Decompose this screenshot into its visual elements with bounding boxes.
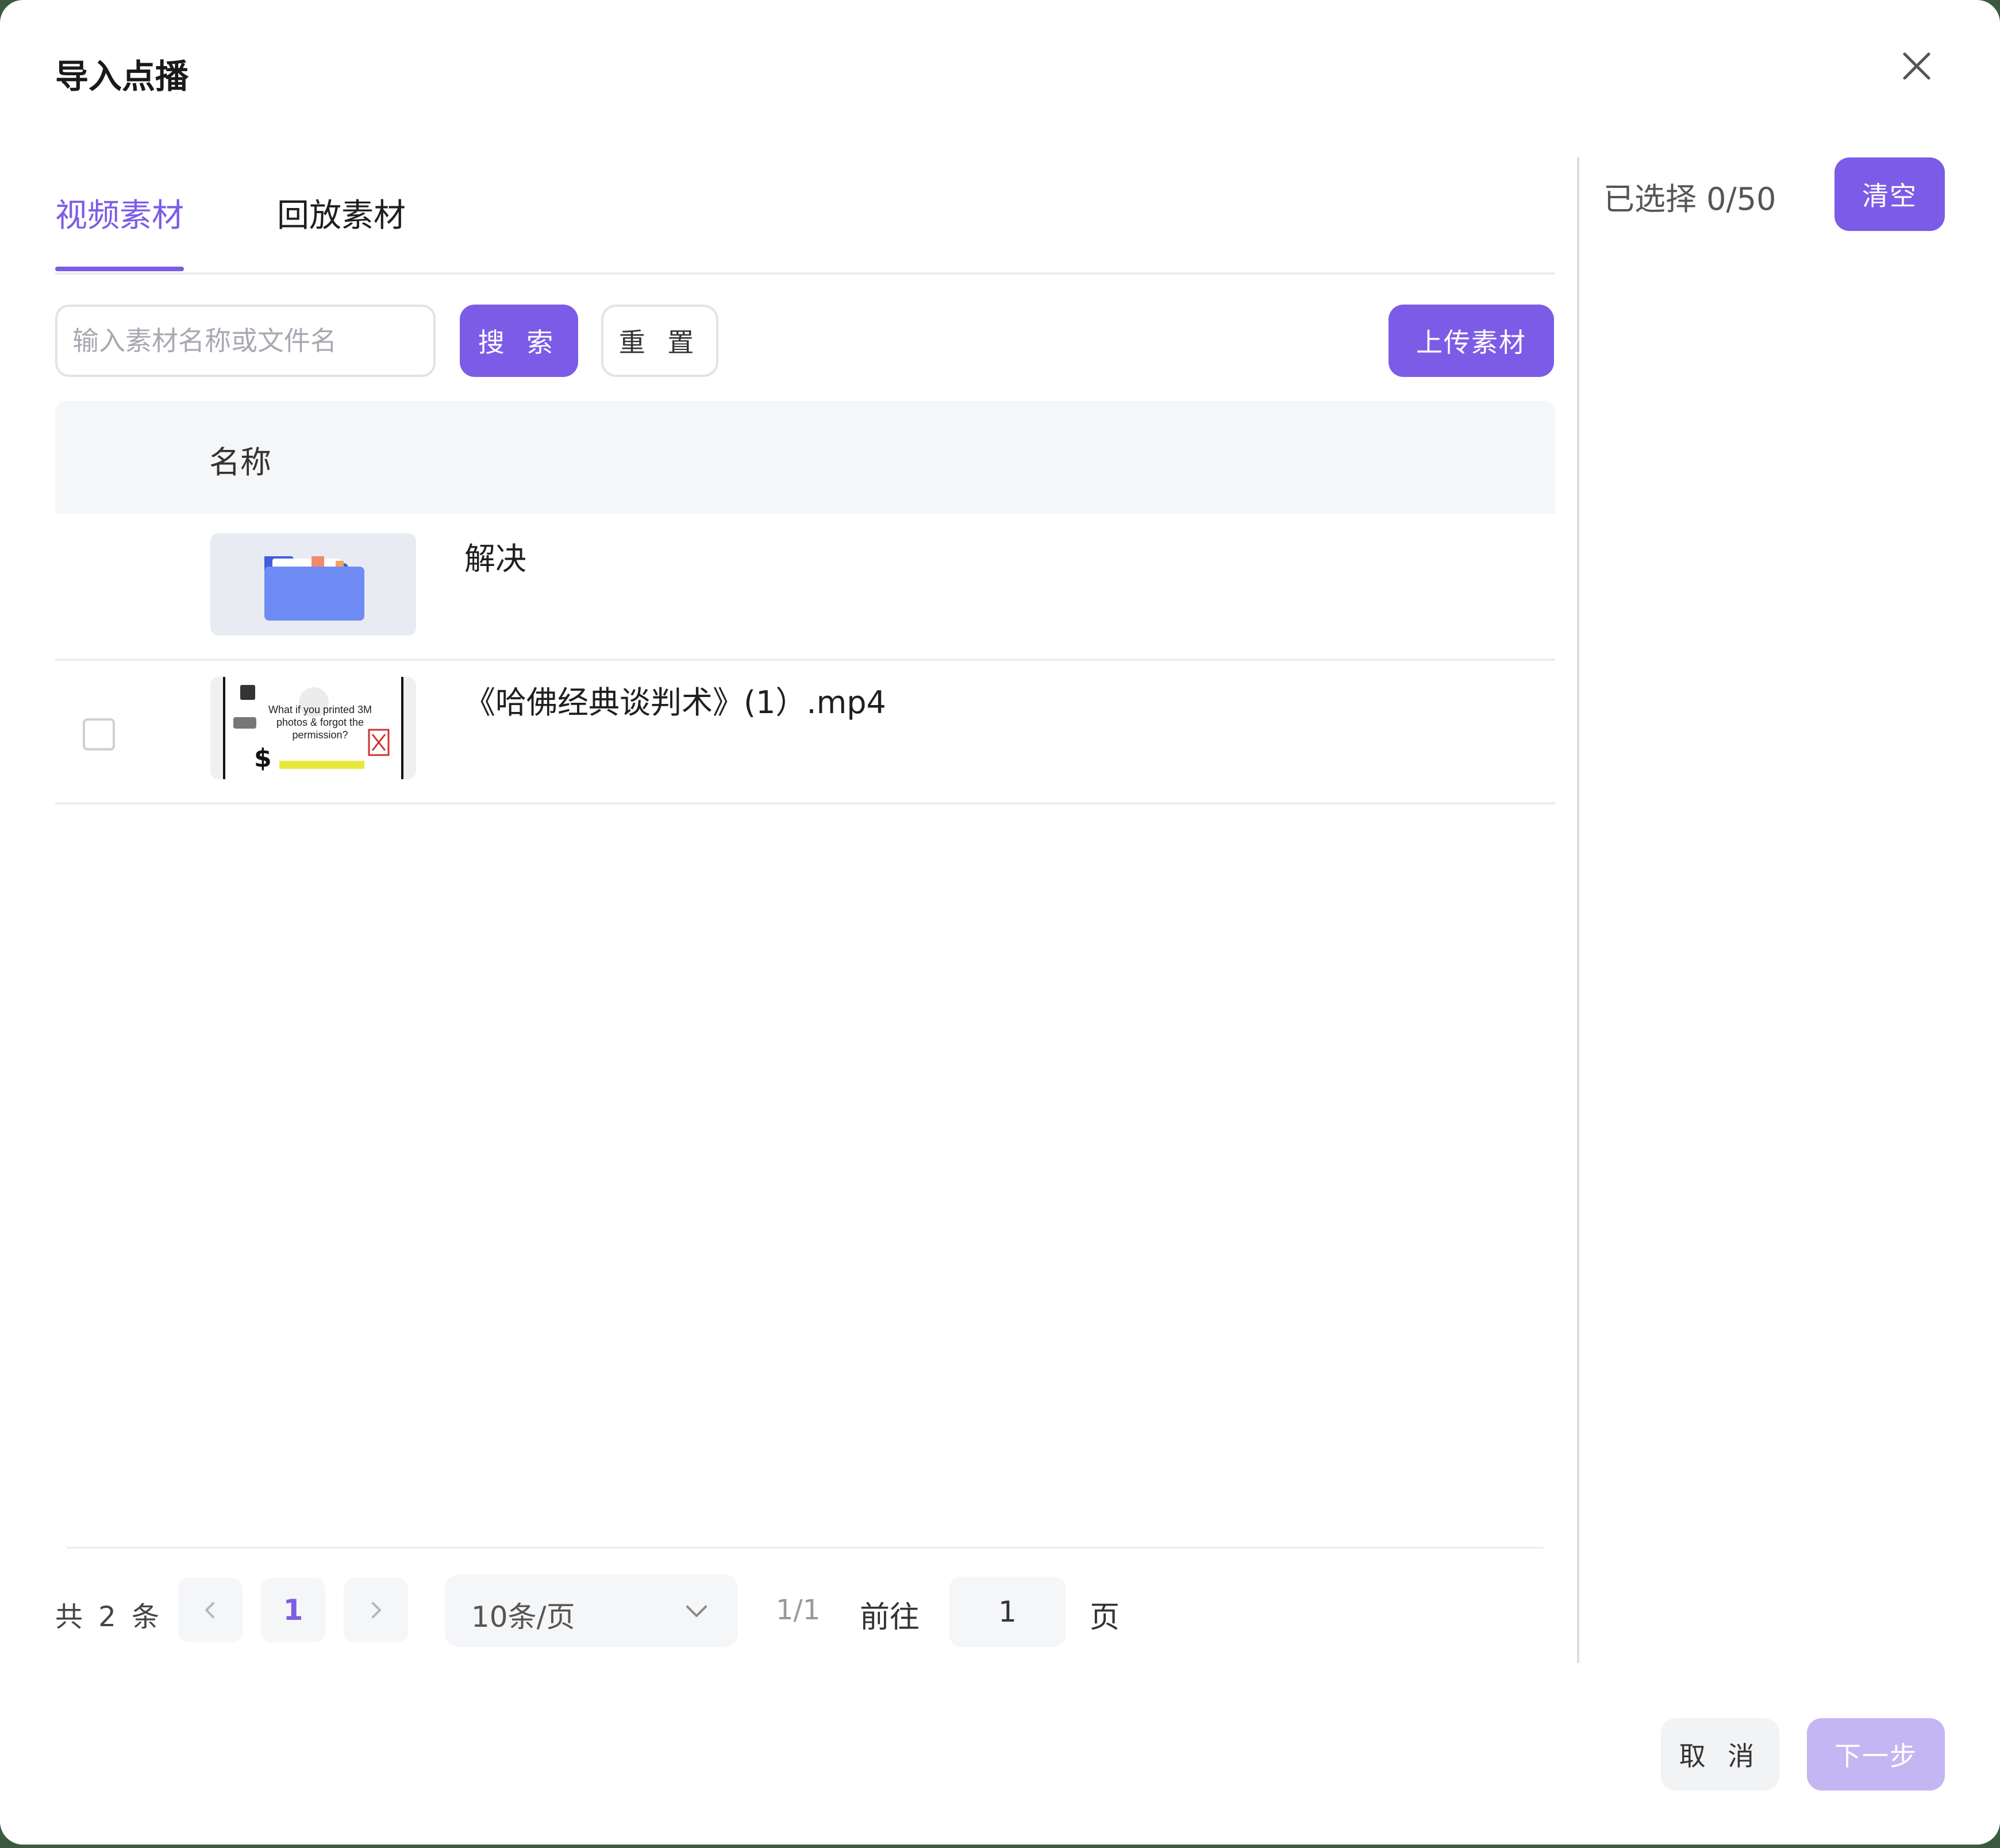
page-size-value: 10条/页 [471, 1600, 575, 1634]
table-row[interactable]: $ What if you printed 3M photos & forgot… [55, 660, 1555, 804]
video-thumbnail: $ What if you printed 3M photos & forgot… [210, 677, 416, 779]
next-page-button[interactable] [344, 1578, 408, 1642]
video-thumb-text: What if you printed 3M photos & forgot t… [268, 704, 372, 741]
svg-text:$: $ [254, 744, 272, 773]
total-count: 共 2 条 [55, 1601, 163, 1633]
panel-divider [1577, 157, 1579, 1663]
prev-page-button[interactable] [178, 1578, 243, 1642]
import-vod-dialog: 导入点播 视频素材 回放素材 搜 索 重 置 上传素材 名称 解决 [0, 0, 2000, 1845]
current-page-number: 1 [283, 1593, 303, 1627]
folder-icon [264, 556, 364, 621]
chevron-right-icon [372, 1602, 381, 1618]
pager-divider [67, 1547, 1544, 1549]
search-button[interactable]: 搜 索 [460, 305, 578, 377]
page-number-button[interactable]: 1 [261, 1578, 325, 1642]
folder-thumbnail [210, 533, 416, 636]
chevron-left-icon [205, 1602, 214, 1618]
close-icon[interactable] [1897, 46, 1937, 86]
next-step-button[interactable]: 下一步 [1807, 1718, 1945, 1791]
row-name: 解决 [464, 541, 526, 577]
cancel-button[interactable]: 取 消 [1661, 1718, 1779, 1791]
reset-button[interactable]: 重 置 [601, 305, 718, 377]
page-info: 1/1 [776, 1594, 821, 1626]
row-name: 《哈佛经典谈判术》(1）.mp4 [464, 684, 886, 721]
search-input[interactable] [55, 305, 436, 377]
page-suffix: 页 [1090, 1600, 1120, 1635]
clear-button[interactable]: 清空 [1834, 157, 1945, 231]
tab-replay-material[interactable]: 回放素材 [277, 190, 406, 236]
row-checkbox[interactable] [83, 718, 115, 750]
tab-video-material[interactable]: 视频素材 [55, 190, 184, 236]
close-button[interactable] [1897, 46, 1937, 86]
pagination: 共 2 条 1 10条/页 1/1 前往 页 [55, 1574, 1549, 1647]
table-header: 名称 [55, 401, 1555, 514]
column-header-name: 名称 [209, 444, 271, 480]
active-tab-indicator [55, 267, 184, 271]
material-tabs: 视频素材 回放素材 [55, 190, 1555, 275]
goto-page-input[interactable] [949, 1577, 1066, 1647]
page-size-select[interactable]: 10条/页 [445, 1574, 738, 1647]
chevron-down-icon [686, 1606, 707, 1617]
table-row[interactable]: 解决 [55, 516, 1555, 661]
upload-material-button[interactable]: 上传素材 [1389, 305, 1554, 377]
dialog-title: 导入点播 [55, 57, 189, 96]
selected-count: 已选择 0/50 [1603, 181, 1776, 217]
goto-label: 前往 [860, 1600, 920, 1635]
